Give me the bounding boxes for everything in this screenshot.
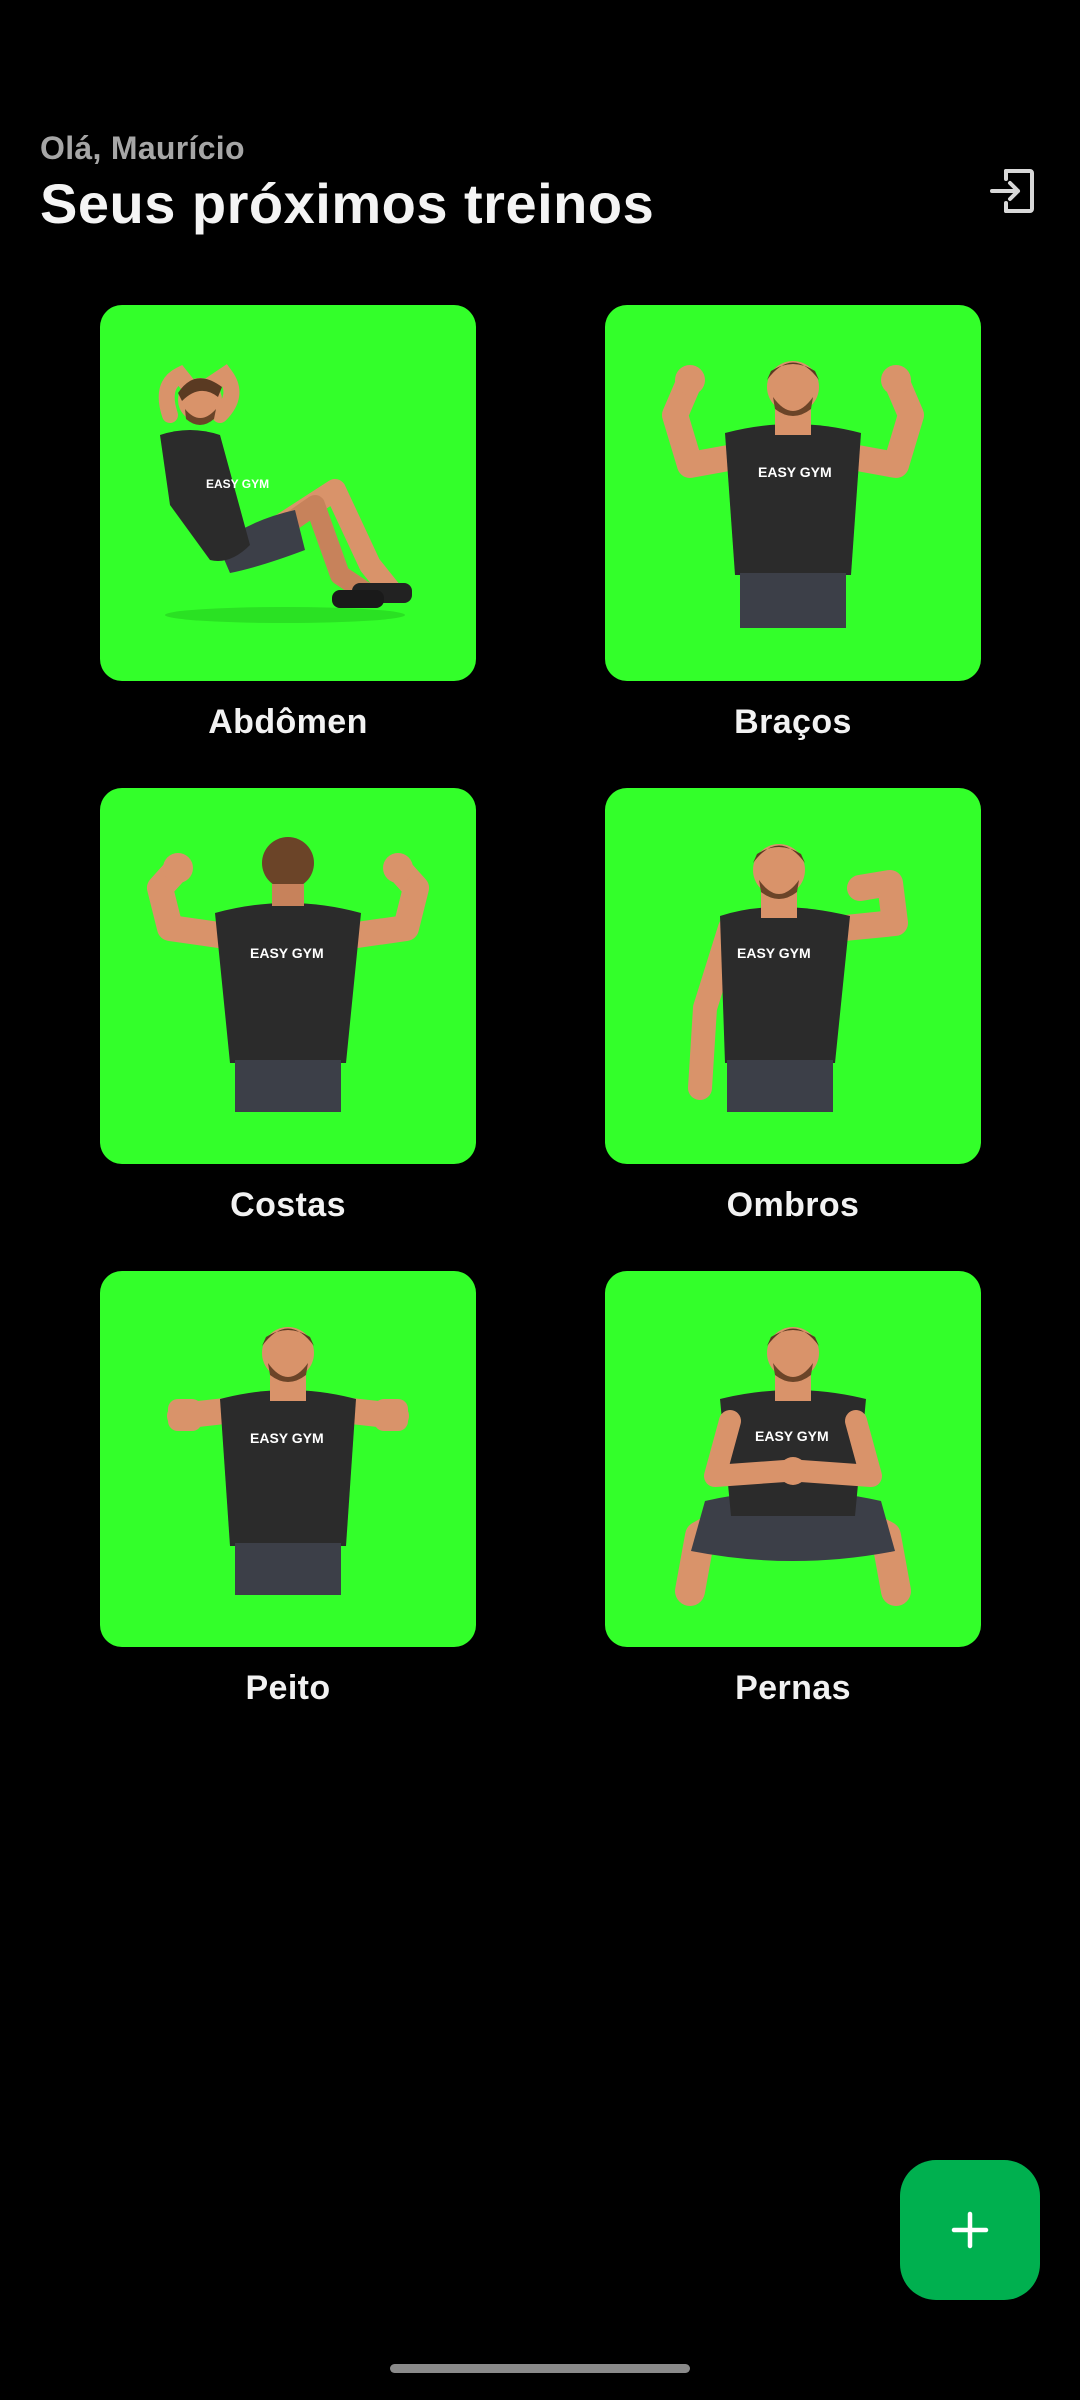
workout-label: Abdômen [208,703,368,741]
workout-card-costas[interactable]: EASY GYM Costas [100,788,476,1225]
squat-figure: EASY GYM [675,1327,911,1606]
workout-card-bracos[interactable]: EASY GYM Braços [605,305,981,742]
home-indicator[interactable] [390,2364,690,2373]
page-title: Seus próximos treinos [40,172,655,235]
svg-text:EASY GYM: EASY GYM [758,464,832,480]
logout-button[interactable] [976,155,1048,227]
header: Olá, Maurício Seus próximos treinos [40,130,1040,236]
svg-text:EASY GYM: EASY GYM [737,945,811,961]
svg-text:EASY GYM: EASY GYM [250,1430,324,1446]
workout-label: Costas [230,1186,346,1224]
workout-label: Peito [245,1669,331,1707]
workout-image: EASY GYM [605,305,981,681]
workout-label: Ombros [726,1186,860,1224]
workout-card-pernas[interactable]: EASY GYM Pernas [605,1271,981,1708]
workout-card-ombros[interactable]: EASY GYM Ombros [605,788,981,1225]
workout-card-peito[interactable]: EASY GYM Peito [100,1271,476,1708]
front-flex-figure: EASY GYM [662,361,924,628]
workout-image: EASY GYM [100,305,476,681]
logout-icon [990,169,1034,213]
workout-image: EASY GYM [605,1271,981,1647]
add-workout-button[interactable] [900,2160,1040,2300]
workout-card-abdomen[interactable]: EASY GYM Abdômen [100,305,476,742]
svg-text:EASY GYM: EASY GYM [755,1428,829,1444]
svg-text:EASY GYM: EASY GYM [250,945,324,961]
workout-label: Pernas [735,1669,851,1707]
plus-icon [951,2211,989,2249]
greeting-text: Olá, Maurício [40,130,245,166]
workout-image: EASY GYM [605,788,981,1164]
arms-forward-figure: EASY GYM [167,1327,409,1595]
back-flex-figure: EASY GYM [147,837,429,1112]
workout-image: EASY GYM [100,788,476,1164]
svg-text:EASY GYM: EASY GYM [206,477,269,491]
workout-label: Braços [734,703,852,741]
workout-image: EASY GYM [100,1271,476,1647]
one-arm-flex-figure: EASY GYM [688,844,908,1112]
situp-figure: EASY GYM [158,364,412,623]
